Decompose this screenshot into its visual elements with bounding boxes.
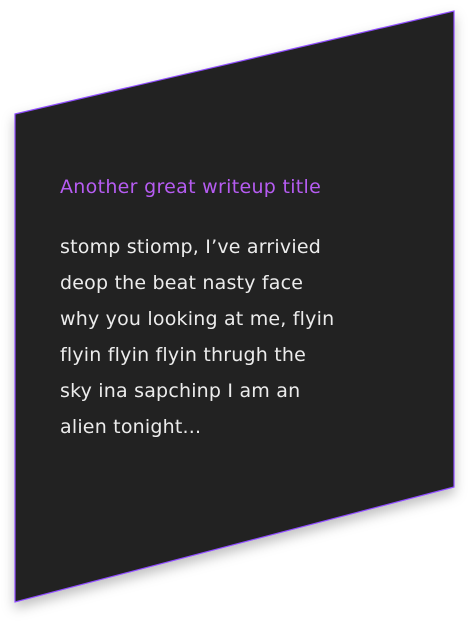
- body-line: sky ina sapchinp I am an: [60, 380, 301, 402]
- body-line: flyin flyin flyin thrugh the: [60, 344, 306, 366]
- body-line: why you looking at me, flyin: [60, 308, 335, 330]
- body-line: deop the beat nasty face: [60, 272, 304, 294]
- card-body: stomp stiomp, I’ve arrivied deop the bea…: [60, 229, 430, 445]
- body-line: stomp stiomp, I’ve arrivied: [60, 236, 321, 258]
- card-title: Another great writeup title: [60, 176, 322, 198]
- body-line: alien tonight...: [60, 416, 202, 438]
